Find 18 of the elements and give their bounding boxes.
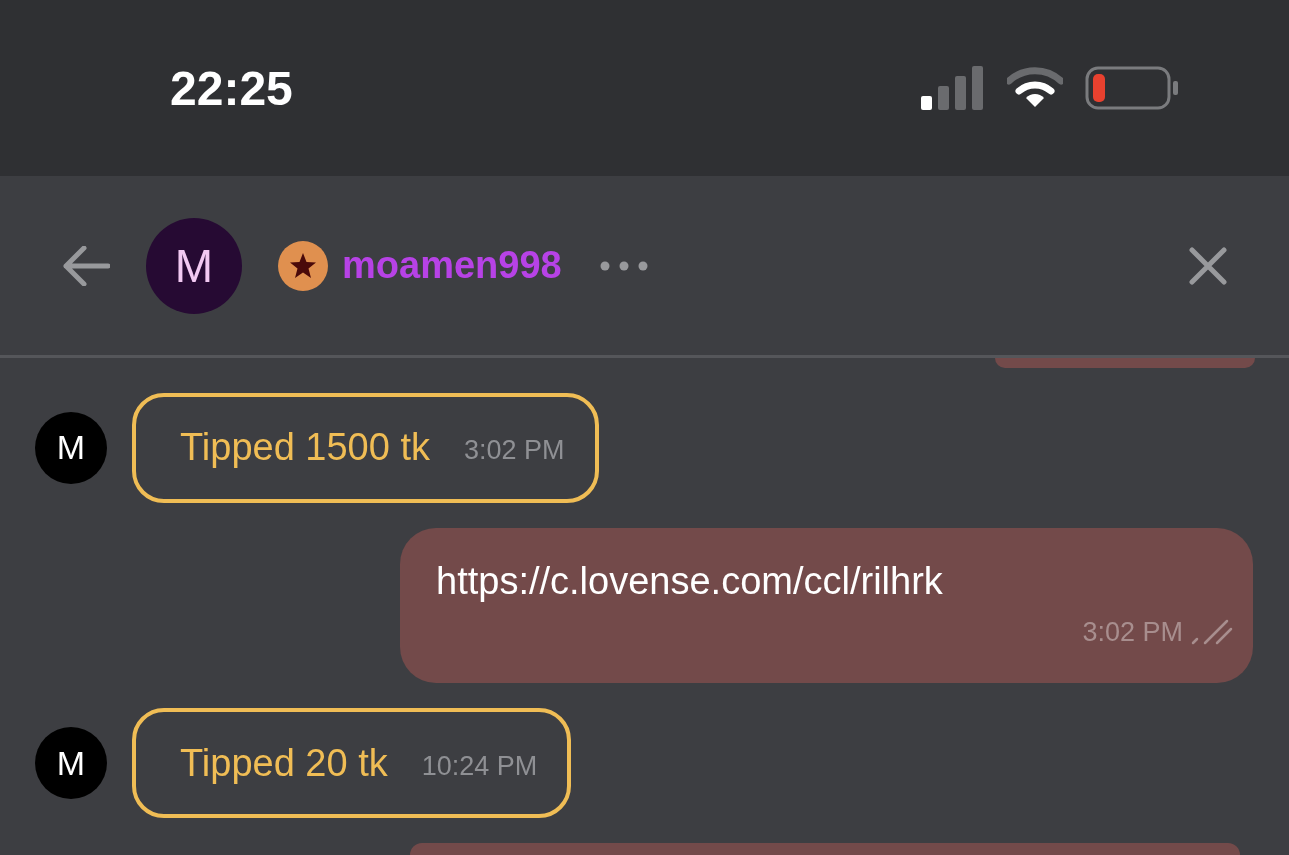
wifi-icon (1007, 67, 1063, 109)
back-arrow-icon[interactable] (62, 245, 110, 286)
tip-text: Tipped 1500 tk (180, 426, 430, 470)
message-text: https://c.lovense.com/ccl/rilhrk (436, 559, 944, 603)
status-time: 22:25 (170, 60, 294, 116)
close-icon[interactable] (1189, 246, 1227, 285)
sender-avatar: M (35, 727, 107, 800)
message-time: 3:02 PM (464, 435, 565, 467)
star-badge-icon (278, 240, 328, 291)
contact-avatar: M (146, 217, 242, 314)
message-time: 3:02 PM (1082, 616, 1183, 648)
tip-text: Tipped 20 tk (180, 741, 388, 785)
message-time: 10:24 PM (421, 750, 538, 782)
battery-icon (1085, 66, 1179, 110)
username[interactable]: moamen998 (342, 244, 562, 287)
sender-avatar: M (35, 411, 107, 484)
signal-icon (921, 66, 985, 110)
more-icon[interactable] (599, 260, 648, 271)
